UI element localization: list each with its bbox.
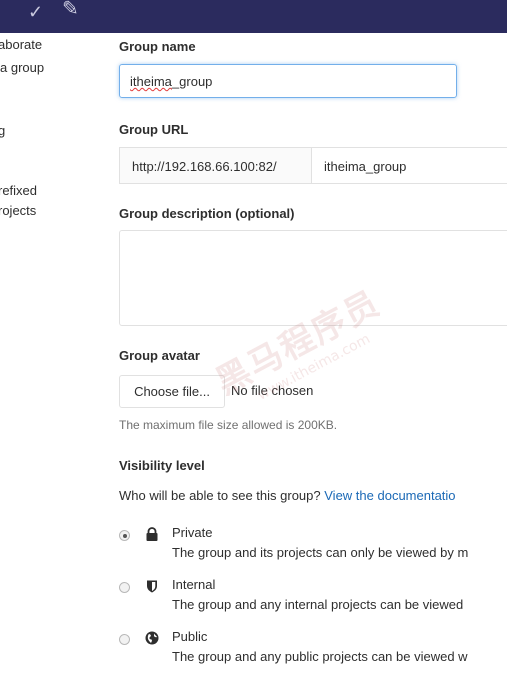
sidebar-help-line-2: a group: [0, 60, 45, 75]
visibility-question-text: Who will be able to see this group?: [119, 488, 321, 503]
group-description-label: Group description (optional): [119, 206, 295, 221]
sidebar-help-line-4: refixed: [0, 183, 38, 198]
group-url-label: Group URL: [119, 122, 189, 137]
visibility-level-label: Visibility level: [119, 458, 205, 473]
view-documentation-link[interactable]: View the documentatio: [324, 488, 455, 503]
visibility-internal-title: Internal: [172, 577, 216, 592]
visibility-private-description: The group and its projects can only be v…: [172, 545, 469, 560]
group-url-prefix: http://192.168.66.100:82/: [119, 147, 312, 184]
choose-file-button[interactable]: Choose file...: [119, 375, 225, 408]
group-name-label: Group name: [119, 39, 196, 54]
visibility-public-radio[interactable]: [119, 634, 130, 645]
group-url-path-input[interactable]: itheima_group: [311, 147, 511, 184]
page-right-edge: [507, 0, 523, 674]
sidebar-help-line-1: aborate: [0, 37, 43, 52]
visibility-public-description: The group and any public projects can be…: [172, 649, 468, 664]
pencil-icon[interactable]: ✎: [62, 0, 79, 21]
visibility-private-radio[interactable]: [119, 530, 130, 541]
visibility-question: Who will be able to see this group? View…: [119, 488, 456, 503]
group-avatar-label: Group avatar: [119, 348, 200, 363]
group-name-input[interactable]: itheima_group: [119, 64, 457, 98]
visibility-internal-radio[interactable]: [119, 582, 130, 593]
visibility-public-title: Public: [172, 629, 208, 644]
group-description-textarea[interactable]: [119, 230, 511, 326]
visibility-private-title: Private: [172, 525, 213, 540]
lock-icon: [146, 527, 158, 541]
sidebar-help-line-3: g: [0, 123, 6, 138]
top-navbar: ✓ ✎: [0, 0, 507, 33]
shield-icon: [147, 580, 157, 593]
group-name-value-main: itheima: [130, 74, 172, 89]
file-status-text: No file chosen: [231, 383, 314, 398]
visibility-internal-description: The group and any internal projects can …: [172, 597, 464, 612]
sidebar-help-line-5: rojects: [0, 203, 37, 218]
globe-icon: [145, 631, 159, 645]
avatar-size-help: The maximum file size allowed is 200KB.: [119, 418, 338, 432]
group-name-value-rest: _group: [171, 74, 213, 89]
navbar-decoration-icon: ✓: [28, 2, 44, 22]
